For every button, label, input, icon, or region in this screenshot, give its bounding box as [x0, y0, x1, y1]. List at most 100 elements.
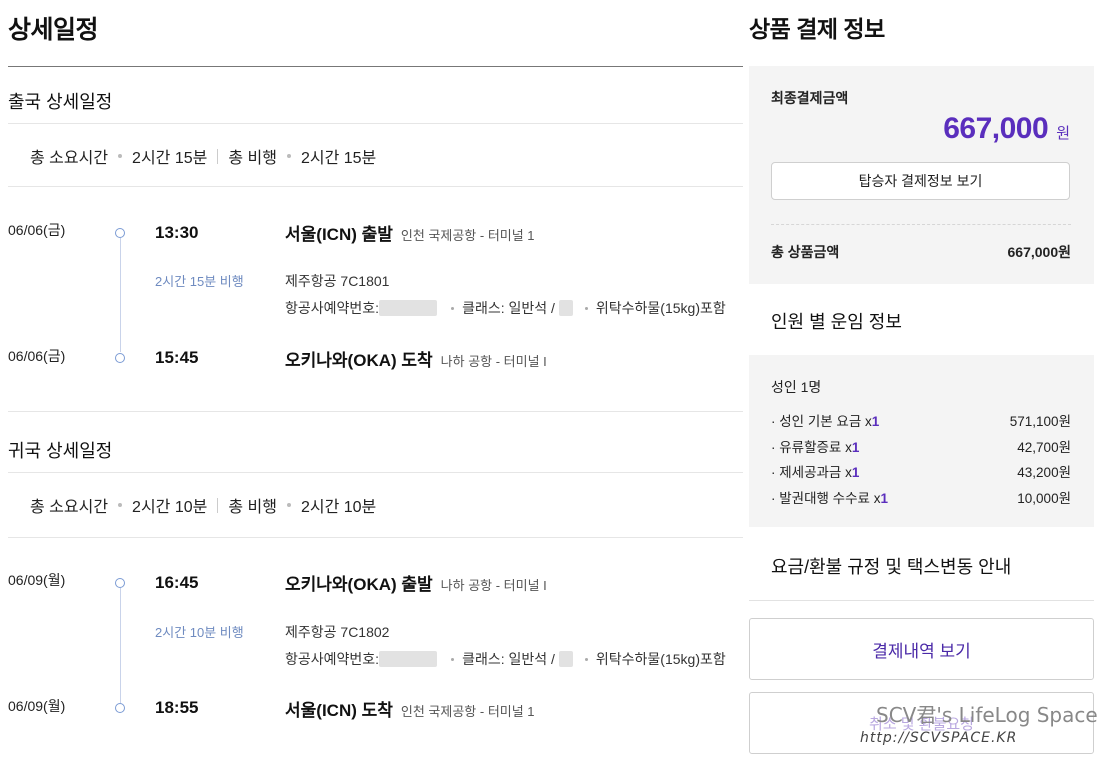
depart-airport: 나하 공항 - 터미널 I — [440, 578, 547, 593]
divider — [8, 186, 743, 187]
redacted-class-code — [558, 651, 573, 667]
total-product-amount: 총 상품금액 667,000원 — [771, 242, 1071, 262]
return-summary: 총 소요시간 2시간 10분 총 비행 2시간 10분 — [30, 493, 376, 517]
total-time-label: 총 소요시간 — [30, 499, 109, 516]
separator-dot — [286, 154, 291, 158]
arrive-city: 서울(ICN) 도착 — [285, 701, 393, 720]
watermark-title: SCV君's LifeLog Space — [876, 703, 1098, 727]
fare-info-title: 인원 별 운임 정보 — [771, 312, 902, 332]
passenger-group: 성인 1명 — [771, 379, 822, 395]
timeline-dot — [115, 703, 125, 713]
separator-bar — [217, 497, 219, 513]
class-label: 클래스: 일반석 / — [462, 651, 555, 667]
divider — [8, 411, 743, 412]
flight-time-label: 총 비행 — [228, 499, 277, 516]
currency-unit: 원 — [1056, 125, 1070, 142]
passenger-payment-info-button[interactable]: 탑승자 결제정보 보기 — [771, 162, 1070, 200]
final-amount: 667,000 원 — [943, 112, 1070, 146]
divider — [8, 472, 743, 473]
fare-label: · 발권대행 수수료 x1 — [771, 491, 888, 506]
timeline-dot — [115, 578, 125, 588]
separator-dot — [584, 657, 588, 661]
fare-value: 42,700원 — [1017, 440, 1071, 455]
booking-label: 항공사예약번호: — [285, 300, 380, 316]
page-title: 상세일정 — [8, 16, 99, 44]
separator-dot — [451, 306, 455, 310]
divider — [8, 537, 743, 538]
total-time-label: 총 소요시간 — [30, 150, 109, 167]
depart-time: 13:30 — [155, 223, 199, 242]
fare-label: · 성인 기본 요금 x1 — [771, 414, 880, 429]
policy-link[interactable]: 요금/환불 규정 및 택스변동 안내 — [771, 553, 1011, 579]
itinerary-section: 상세일정 출국 상세일정 총 소요시간 2시간 15분 총 비행 2시간 15분… — [0, 0, 743, 759]
separator-dot — [118, 503, 123, 507]
arrive-airport: 나하 공항 - 터미널 I — [440, 354, 547, 369]
total-product-value: 667,000원 — [1007, 244, 1072, 260]
separator-dot — [286, 503, 291, 507]
depart-date: 06/09(월) — [8, 572, 66, 588]
fare-row: · 유류할증료 x1 42,700원 — [771, 436, 1071, 456]
depart-place: 서울(ICN) 출발 인천 국제공항 - 터미널 1 — [285, 220, 535, 245]
separator-bar — [217, 148, 219, 164]
timeline-dot — [115, 228, 125, 238]
total-time-value: 2시간 15분 — [132, 150, 208, 167]
dashed-divider — [771, 224, 1071, 225]
redacted-booking-number — [379, 300, 438, 316]
divider — [8, 123, 743, 124]
fare-row: · 성인 기본 요금 x1 571,100원 — [771, 410, 1071, 430]
fare-value: 571,100원 — [1009, 414, 1071, 429]
fare-row: · 발권대행 수수료 x1 10,000원 — [771, 487, 1071, 507]
arrive-time: 18:55 — [155, 698, 199, 717]
redacted-booking-number — [379, 651, 438, 667]
arrive-city: 오키나와(OKA) 도착 — [285, 351, 433, 370]
flight-time-label: 총 비행 — [228, 150, 277, 167]
separator-dot — [451, 657, 455, 661]
depart-airport: 인천 국제공항 - 터미널 1 — [400, 228, 535, 243]
timeline-dot — [115, 353, 125, 363]
payment-history-button[interactable]: 결제내역 보기 — [749, 618, 1094, 680]
flight-time-value: 2시간 15분 — [300, 150, 377, 167]
payment-title: 상품 결제 정보 — [749, 16, 885, 42]
separator-dot — [584, 306, 588, 310]
flight-detail: 항공사예약번호: 클래스: 일반석 / 위탁수하물(15kg)포함 — [285, 298, 726, 318]
total-time-value: 2시간 10분 — [132, 499, 208, 516]
arrive-place: 오키나와(OKA) 도착 나하 공항 - 터미널 I — [285, 346, 547, 371]
fare-row: · 제세공과금 x1 43,200원 — [771, 461, 1071, 481]
outbound-summary: 총 소요시간 2시간 15분 총 비행 2시간 15분 — [30, 144, 376, 168]
total-product-label: 총 상품금액 — [771, 244, 840, 260]
title-divider — [8, 66, 743, 67]
timeline-line — [120, 238, 121, 352]
final-amount-value: 667,000 — [943, 112, 1049, 145]
flight-detail: 항공사예약번호: 클래스: 일반석 / 위탁수하물(15kg)포함 — [285, 649, 726, 669]
timeline-line — [120, 588, 121, 703]
arrive-place: 서울(ICN) 도착 인천 국제공항 - 터미널 1 — [285, 696, 535, 721]
arrive-date: 06/06(금) — [8, 348, 66, 364]
fare-value: 10,000원 — [1017, 491, 1071, 506]
class-label: 클래스: 일반석 / — [462, 300, 555, 316]
depart-city: 오키나와(OKA) 출발 — [285, 575, 433, 594]
depart-place: 오키나와(OKA) 출발 나하 공항 - 터미널 I — [285, 570, 547, 595]
flight-duration: 2시간 10분 비행 — [155, 625, 244, 640]
depart-date: 06/06(금) — [8, 222, 66, 238]
divider — [749, 600, 1094, 601]
baggage-info: 위탁수하물(15kg)포함 — [595, 300, 726, 316]
flight-time-value: 2시간 10분 — [300, 499, 377, 516]
depart-time: 16:45 — [155, 573, 199, 592]
arrive-time: 15:45 — [155, 348, 199, 367]
arrive-date: 06/09(월) — [8, 698, 66, 714]
payment-section: 상품 결제 정보 최종결제금액 667,000 원 탑승자 결제정보 보기 총 … — [749, 0, 1094, 759]
watermark-url: http://SCVSPACE.KR — [860, 730, 1018, 746]
fare-label: · 제세공과금 x1 — [771, 465, 860, 480]
separator-dot — [118, 154, 123, 158]
final-payment-panel: 최종결제금액 667,000 원 탑승자 결제정보 보기 총 상품금액 667,… — [749, 66, 1094, 284]
flight-duration: 2시간 15분 비행 — [155, 274, 244, 289]
fare-breakdown-panel: 성인 1명 · 성인 기본 요금 x1 571,100원 · 유류할증료 x1 … — [749, 355, 1094, 527]
outbound-title: 출국 상세일정 — [8, 92, 113, 112]
depart-city: 서울(ICN) 출발 — [285, 225, 393, 244]
arrive-airport: 인천 국제공항 - 터미널 1 — [400, 704, 535, 719]
fare-label: · 유류할증료 x1 — [771, 440, 860, 455]
flight-number: 제주항공 7C1802 — [285, 624, 390, 640]
fare-value: 43,200원 — [1017, 465, 1071, 480]
flight-number: 제주항공 7C1801 — [285, 273, 390, 289]
redacted-class-code — [558, 300, 573, 316]
